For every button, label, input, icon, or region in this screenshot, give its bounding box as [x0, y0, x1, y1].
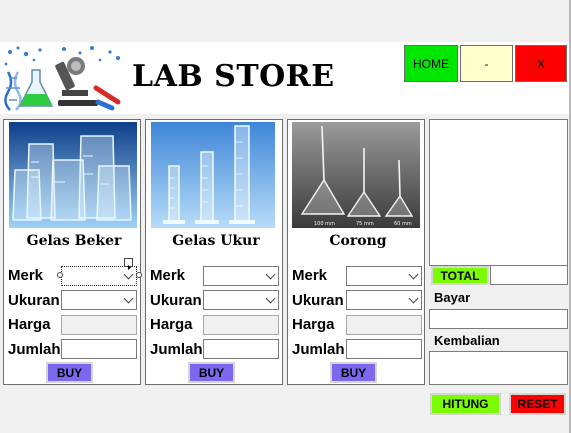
top-strip — [0, 0, 571, 42]
bayar-label: Bayar — [431, 290, 474, 306]
product-name: Corong — [329, 233, 387, 249]
chevron-down-icon — [265, 269, 276, 280]
jumlah-input[interactable] — [203, 339, 279, 359]
resize-handle-icon[interactable] — [136, 272, 142, 278]
total-field[interactable] — [490, 265, 568, 285]
resize-handle-icon[interactable] — [57, 272, 63, 278]
harga-field[interactable] — [203, 315, 279, 335]
harga-label: Harga — [150, 316, 193, 333]
bayar-input[interactable] — [429, 309, 568, 329]
hitung-button[interactable]: HITUNG — [430, 393, 501, 415]
chevron-down-icon — [123, 293, 134, 304]
chevron-down-icon — [408, 269, 419, 280]
harga-label: Harga — [292, 316, 335, 333]
jumlah-label: Jumlah — [292, 341, 345, 358]
chevron-down-icon — [265, 293, 276, 304]
ukuran-select[interactable] — [346, 290, 422, 310]
smart-tag-icon[interactable] — [124, 258, 133, 270]
close-button[interactable]: X — [515, 45, 567, 82]
jumlah-label: Jumlah — [150, 341, 203, 358]
buy-button[interactable]: BUY — [46, 362, 93, 383]
reset-button[interactable]: RESET — [509, 393, 566, 415]
ukuran-label: Ukuran — [150, 292, 202, 309]
ukuran-label: Ukuran — [292, 292, 344, 309]
page-title: LAB STORE — [132, 59, 335, 94]
corong-image: 100 mm 75 mm 60 mm — [292, 122, 420, 228]
buy-button[interactable]: BUY — [188, 362, 235, 383]
cart-list[interactable] — [429, 119, 568, 266]
merk-label: Merk — [150, 267, 186, 284]
merk-label: Merk — [292, 267, 328, 284]
product-name: Gelas Beker — [26, 233, 122, 249]
scale-label: 60 mm — [394, 221, 412, 227]
jumlah-label: Jumlah — [8, 341, 61, 358]
scale-label: 100 mm — [314, 221, 335, 227]
harga-label: Harga — [8, 316, 51, 333]
scale-label: 75 mm — [356, 221, 374, 227]
lab-logo — [0, 44, 130, 114]
product-name: Gelas Ukur — [172, 233, 260, 249]
jumlah-input[interactable] — [346, 339, 422, 359]
buy-button[interactable]: BUY — [330, 362, 377, 383]
merk-select[interactable] — [346, 266, 422, 286]
gelas-beker-image — [9, 122, 137, 228]
merk-select[interactable] — [203, 266, 279, 286]
kembalian-field[interactable] — [429, 351, 568, 385]
ukuran-select[interactable] — [203, 290, 279, 310]
ukuran-select[interactable] — [61, 290, 137, 310]
minimize-button[interactable]: - — [460, 45, 513, 82]
gelas-ukur-image — [151, 122, 275, 228]
harga-field[interactable] — [61, 315, 137, 335]
harga-field[interactable] — [346, 315, 422, 335]
merk-label: Merk — [8, 267, 44, 284]
kembalian-label: Kembalian — [431, 333, 503, 349]
home-button[interactable]: HOME — [404, 45, 458, 82]
chevron-down-icon — [408, 293, 419, 304]
jumlah-input[interactable] — [61, 339, 137, 359]
ukuran-label: Ukuran — [8, 292, 60, 309]
total-button[interactable]: TOTAL — [431, 266, 489, 285]
